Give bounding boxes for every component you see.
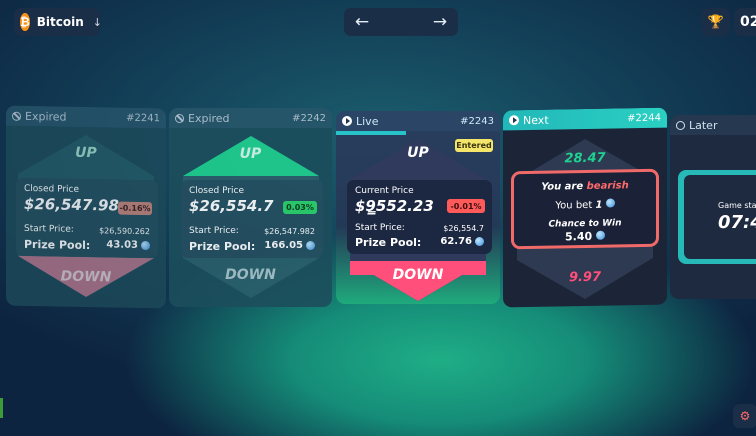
start-price-label: Start Price: bbox=[189, 226, 239, 236]
start-price-value: $26,554.7 bbox=[443, 224, 484, 233]
card-status: Expired bbox=[25, 109, 67, 124]
price-panel: Closed Price $26,554.7 0.03% Start Price… bbox=[181, 180, 323, 258]
chevron-down-icon: ↓ bbox=[92, 15, 103, 29]
card-epoch: #2244 bbox=[627, 112, 661, 124]
round-card-2241[interactable]: Expired #2241 UP DOWN Closed Price $26,5… bbox=[6, 105, 166, 309]
round-card-later[interactable]: Later Game start 07:4 bbox=[670, 115, 756, 299]
prize-pool-value: 43.03 bbox=[106, 239, 150, 251]
price-panel: Current Price $9̳̲552.23 -0.01% Start Pr… bbox=[347, 180, 492, 254]
down-label: DOWN bbox=[392, 267, 444, 283]
arrow-right-icon[interactable]: → bbox=[426, 8, 454, 36]
clock-icon bbox=[676, 120, 685, 130]
ban-icon bbox=[175, 113, 184, 123]
card-header: Expired #2241 bbox=[6, 105, 166, 129]
prize-pool-value: 62.76 bbox=[440, 236, 484, 247]
change-badge: 0.03% bbox=[283, 201, 317, 214]
gem-icon bbox=[475, 237, 484, 246]
up-label: UP bbox=[407, 145, 429, 161]
change-badge: -0.16% bbox=[118, 201, 152, 216]
game-start-panel: Game start 07:4 bbox=[684, 175, 756, 259]
prize-pool-label: Prize Pool: bbox=[24, 237, 91, 253]
down-label: DOWN bbox=[60, 268, 112, 286]
card-header: Live #2243 bbox=[336, 111, 500, 131]
settings-icon[interactable]: ⚙ bbox=[733, 404, 756, 428]
coin-name: Bitcoin bbox=[36, 15, 84, 29]
game-start-value: 07:4 bbox=[718, 212, 756, 233]
card-status: Expired bbox=[188, 111, 230, 125]
bet-panel: You are bearish You bet 1 Chance to Win … bbox=[511, 168, 659, 250]
prize-pool-label: Prize Pool: bbox=[355, 236, 422, 249]
arrow-left-icon[interactable]: ← bbox=[348, 8, 376, 36]
coin-selector[interactable]: ₿ Bitcoin ↓ bbox=[14, 8, 103, 36]
up-payout: 28.47 bbox=[564, 150, 606, 167]
price-value: $26,547.98 bbox=[24, 194, 119, 215]
gem-icon bbox=[605, 198, 615, 208]
gem-icon bbox=[141, 240, 150, 251]
bearish-line: You are bearish bbox=[541, 180, 629, 193]
up-label: UP bbox=[75, 144, 97, 162]
start-price-value: $26,590.262 bbox=[99, 226, 150, 237]
start-price-label: Start Price: bbox=[24, 223, 74, 235]
change-badge: -0.01% bbox=[447, 199, 485, 213]
play-icon bbox=[342, 116, 352, 126]
start-price-value: $26,547.982 bbox=[264, 227, 315, 236]
price-label: Current Price bbox=[355, 186, 414, 196]
round-card-2243[interactable]: Live #2243 Entered UP DOWN Current Price… bbox=[336, 111, 500, 304]
ban-icon bbox=[12, 111, 21, 121]
card-status: Later bbox=[689, 118, 718, 132]
card-status: Live bbox=[356, 114, 379, 128]
price-value: $9̳̲552.23 bbox=[355, 197, 434, 215]
card-header: Expired #2242 bbox=[169, 108, 332, 128]
price-label: Closed Price bbox=[189, 186, 245, 196]
card-header: Next #2244 bbox=[503, 107, 667, 131]
price-panel: Closed Price $26,547.98 -0.16% Start Pri… bbox=[16, 177, 158, 259]
up-label: UP bbox=[239, 146, 262, 162]
down-label: DOWN bbox=[225, 267, 276, 283]
trophy-icon[interactable]: 🏆 bbox=[702, 8, 730, 36]
price-value: $26,554.7 bbox=[189, 197, 274, 215]
prize-pool-label: Prize Pool: bbox=[189, 240, 256, 253]
play-icon bbox=[509, 115, 519, 126]
card-header: Later bbox=[670, 115, 756, 135]
top-bar: ₿ Bitcoin ↓ ← → 🏆 02 bbox=[0, 0, 756, 44]
bet-line: You bet 1 bbox=[514, 198, 656, 212]
round-navigation: ← → bbox=[344, 8, 458, 36]
bitcoin-icon: ₿ bbox=[20, 13, 30, 31]
timer-chip: 02 bbox=[734, 8, 756, 36]
game-start-label: Game start bbox=[718, 201, 756, 210]
chance-value: 5.40 bbox=[514, 229, 656, 244]
start-price-label: Start Price: bbox=[355, 223, 405, 233]
card-status: Next bbox=[523, 113, 549, 127]
round-card-2244[interactable]: Next #2244 28.47 9.97 You are bearish Yo… bbox=[503, 107, 667, 308]
left-edge-marker bbox=[0, 398, 3, 418]
round-card-2242[interactable]: Expired #2242 UP DOWN Closed Price $26,5… bbox=[169, 108, 332, 307]
gem-icon bbox=[595, 230, 605, 240]
gem-icon bbox=[306, 241, 315, 250]
prize-pool-value: 166.05 bbox=[264, 240, 315, 251]
card-epoch: #2243 bbox=[460, 115, 494, 127]
card-epoch: #2242 bbox=[292, 112, 326, 124]
down-payout: 9.97 bbox=[568, 269, 602, 286]
price-label: Closed Price bbox=[24, 183, 80, 195]
card-epoch: #2241 bbox=[126, 112, 160, 124]
